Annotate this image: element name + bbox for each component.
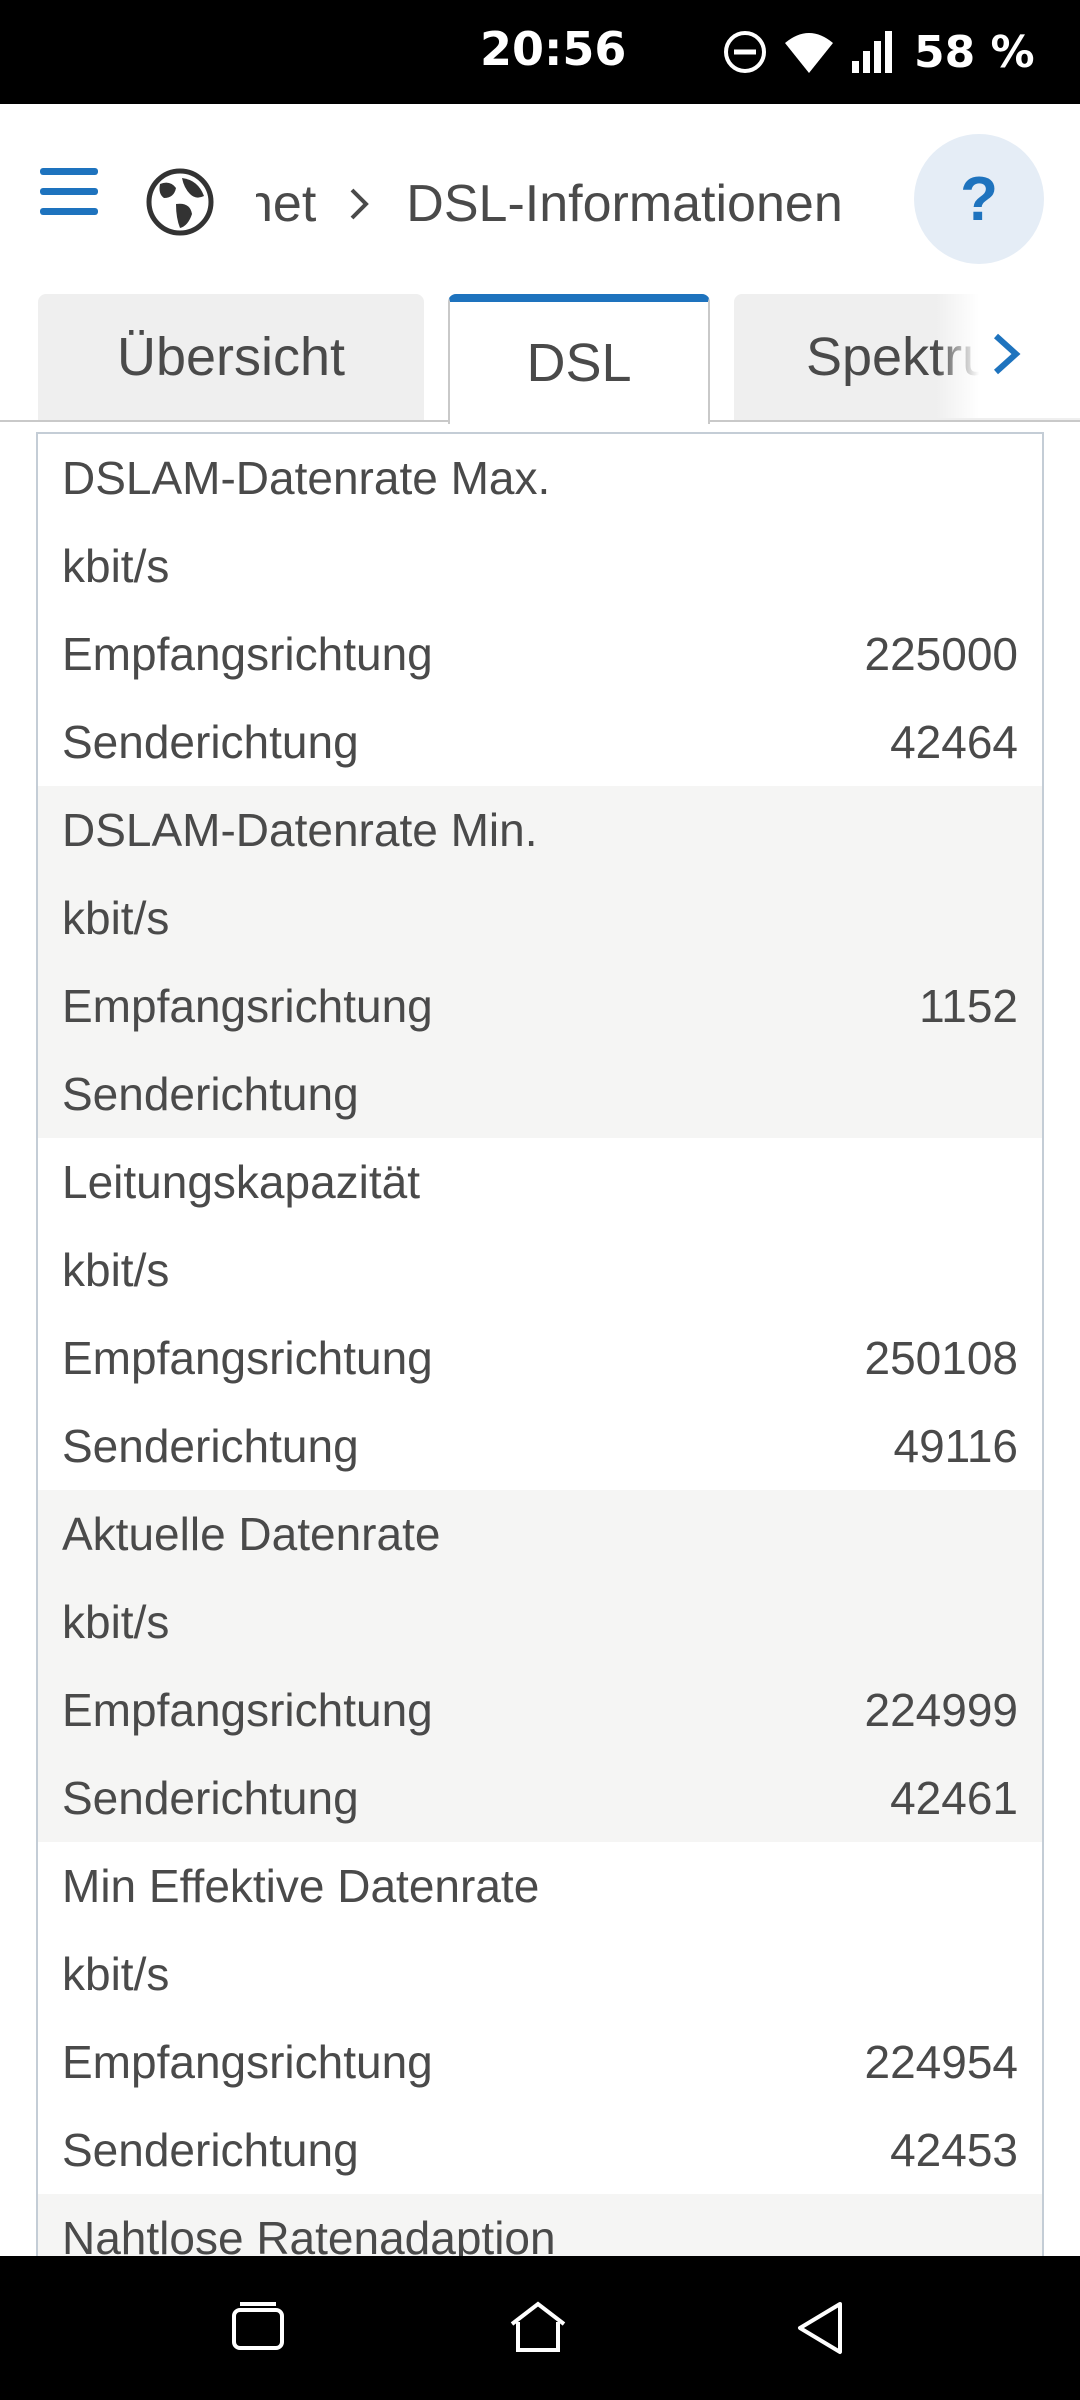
group-title-row: DSLAM-Datenrate Max.	[38, 434, 1042, 522]
row-label: Empfangsrichtung	[62, 2036, 433, 2088]
row-label: Senderichtung	[62, 1772, 359, 1824]
unit-row: kbit/s	[38, 522, 1042, 610]
group-title-row: Leitungskapazität	[38, 1138, 1042, 1226]
row-value: 42453	[890, 2124, 1018, 2176]
group-title-row: Min Effektive Datenrate	[38, 1842, 1042, 1930]
tab-dsl[interactable]: DSL	[448, 294, 710, 424]
signal-icon	[852, 31, 892, 73]
breadcrumb-parent[interactable]: net	[256, 174, 316, 234]
globe-icon[interactable]	[146, 168, 214, 236]
row-value: 1152	[919, 980, 1018, 1032]
group-min-effective-rate: Min Effektive Datenrate kbit/s Empfangsr…	[38, 1842, 1042, 2194]
row-value: 225000	[864, 628, 1019, 680]
group-line-capacity: Leitungskapazität kbit/s Empfangsrichtun…	[38, 1138, 1042, 1490]
unit-row: kbit/s	[38, 1226, 1042, 1314]
row-value: 224954	[864, 2036, 1019, 2088]
unit-label: kbit/s	[62, 1596, 170, 1648]
table-row: Senderichtung 42461	[38, 1754, 1042, 1842]
battery-percentage: 58 %	[914, 26, 1035, 78]
group-title: DSLAM-Datenrate Max.	[62, 452, 551, 504]
chevron-right-icon	[350, 188, 370, 220]
row-value: 224999	[864, 1684, 1019, 1736]
group-title: Aktuelle Datenrate	[62, 1508, 441, 1560]
unit-label: kbit/s	[62, 540, 170, 592]
status-bar: 20:56 58 %	[0, 0, 1080, 104]
wifi-icon	[785, 33, 833, 73]
dsl-info-table[interactable]: DSLAM-Datenrate Max. kbit/s Empfangsrich…	[36, 432, 1044, 2256]
group-dslam-max: DSLAM-Datenrate Max. kbit/s Empfangsrich…	[38, 434, 1042, 786]
table-row: Empfangsrichtung 224954	[38, 2018, 1042, 2106]
do-not-disturb-icon	[724, 31, 766, 73]
group-seamless-rate-adaption: Nahtlose Ratenadaption	[38, 2194, 1042, 2256]
tab-overview[interactable]: Übersicht	[38, 294, 424, 420]
unit-row: kbit/s	[38, 874, 1042, 962]
menu-icon[interactable]	[40, 168, 100, 218]
table-row: Senderichtung 49116	[38, 1402, 1042, 1490]
table-row: Senderichtung 42464	[38, 698, 1042, 786]
back-icon[interactable]	[790, 2296, 854, 2360]
group-title: Min Effektive Datenrate	[62, 1860, 540, 1912]
row-value: 42461	[890, 1772, 1018, 1824]
table-row: Empfangsrichtung 1152	[38, 962, 1042, 1050]
recent-apps-icon[interactable]	[226, 2296, 290, 2360]
status-icons: 58 %	[722, 22, 1035, 82]
row-label: Empfangsrichtung	[62, 1684, 433, 1736]
unit-label: kbit/s	[62, 892, 170, 944]
row-label: Senderichtung	[62, 1420, 359, 1472]
row-label: Empfangsrichtung	[62, 628, 433, 680]
group-title: Nahtlose Ratenadaption	[62, 2212, 556, 2256]
unit-row: kbit/s	[38, 1578, 1042, 1666]
table-row: Empfangsrichtung 224999	[38, 1666, 1042, 1754]
group-title: DSLAM-Datenrate Min.	[62, 804, 538, 856]
unit-row: kbit/s	[38, 1930, 1042, 2018]
group-dslam-min: DSLAM-Datenrate Min. kbit/s Empfangsrich…	[38, 786, 1042, 1138]
table-row: Empfangsrichtung 225000	[38, 610, 1042, 698]
table-row: Empfangsrichtung 250108	[38, 1314, 1042, 1402]
table-row: Senderichtung 42453	[38, 2106, 1042, 2194]
row-label: Senderichtung	[62, 2124, 359, 2176]
tab-bar: Übersicht DSL Spektrum	[0, 290, 1080, 424]
help-button[interactable]: ?	[914, 134, 1044, 264]
row-value: 42464	[890, 716, 1018, 768]
unit-label: kbit/s	[62, 1244, 170, 1296]
unit-label: kbit/s	[62, 1948, 170, 2000]
group-title: Leitungskapazität	[62, 1156, 421, 1208]
table-row: Senderichtung	[38, 1050, 1042, 1138]
breadcrumb: net DSL-Informationen	[256, 166, 896, 242]
row-label: Senderichtung	[62, 1068, 359, 1120]
breadcrumb-current: DSL-Informationen	[406, 175, 843, 233]
group-title-row: Nahtlose Ratenadaption	[38, 2194, 1042, 2256]
row-label: Senderichtung	[62, 716, 359, 768]
row-value: 49116	[893, 1420, 1018, 1472]
group-title-row: Aktuelle Datenrate	[38, 1490, 1042, 1578]
app-header: net DSL-Informationen ?	[0, 104, 1080, 294]
row-label: Empfangsrichtung	[62, 980, 433, 1032]
chevron-right-icon[interactable]	[984, 322, 1030, 386]
system-navigation-bar	[0, 2256, 1080, 2400]
group-title-row: DSLAM-Datenrate Min.	[38, 786, 1042, 874]
group-current-rate: Aktuelle Datenrate kbit/s Empfangsrichtu…	[38, 1490, 1042, 1842]
status-time: 20:56	[480, 22, 627, 76]
home-icon[interactable]	[506, 2296, 570, 2360]
row-label: Empfangsrichtung	[62, 1332, 433, 1384]
row-value: 250108	[864, 1332, 1019, 1384]
